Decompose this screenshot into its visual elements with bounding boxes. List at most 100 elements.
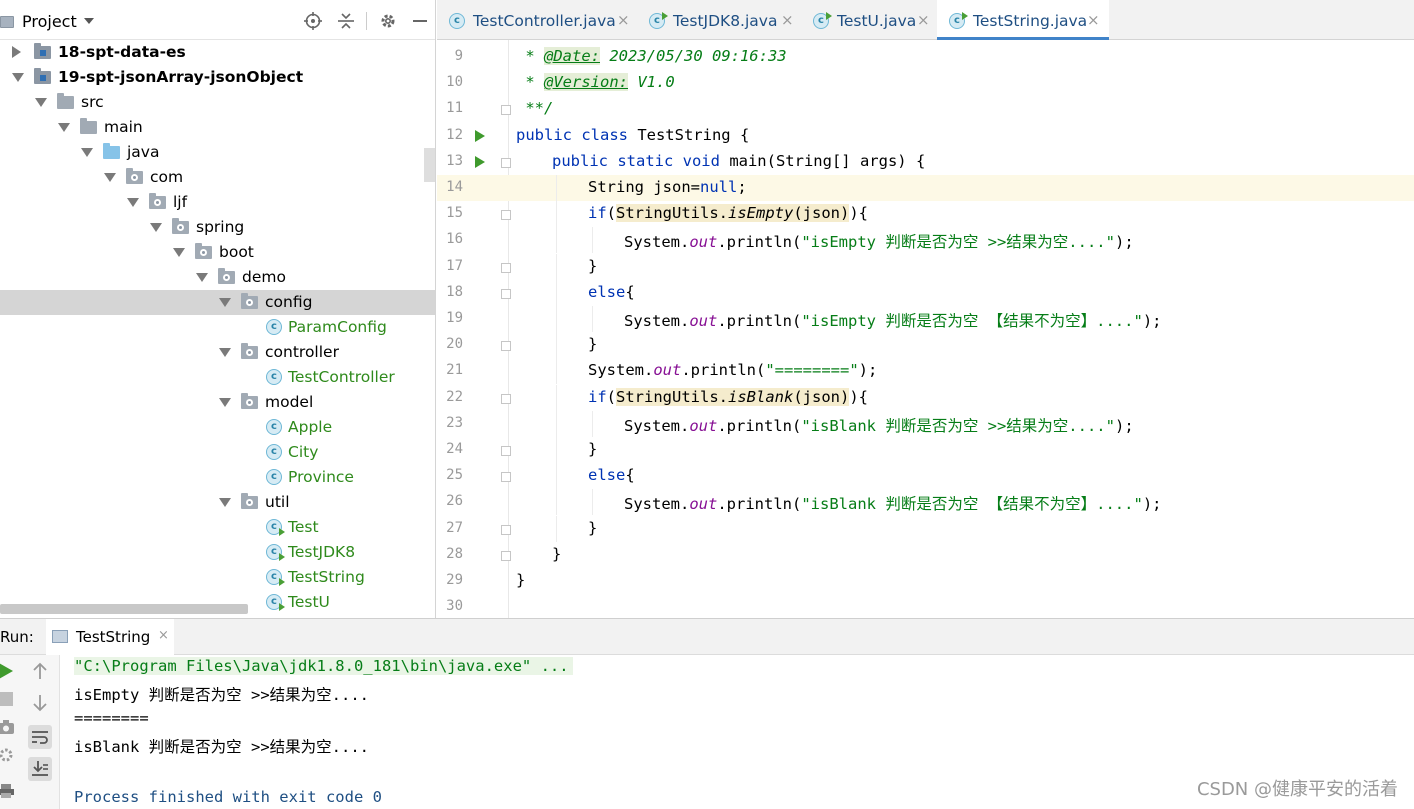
expand-arrow-icon[interactable] xyxy=(219,348,231,357)
print-icon[interactable] xyxy=(0,779,18,803)
collapse-arrow-icon[interactable] xyxy=(12,46,21,58)
minimize-icon[interactable] xyxy=(410,11,430,31)
expand-arrow-icon[interactable] xyxy=(81,148,93,157)
close-icon[interactable]: × xyxy=(917,11,930,29)
close-icon[interactable]: × xyxy=(158,628,169,643)
settings-icon[interactable] xyxy=(0,743,18,767)
indent-guide xyxy=(556,253,557,280)
tab-teststring[interactable]: c TestString.java × xyxy=(937,0,1109,40)
code-line: 20} xyxy=(437,332,1414,359)
fold-marker-icon[interactable] xyxy=(501,210,511,221)
code-token: out xyxy=(689,233,718,252)
tree-item-label: TestU xyxy=(288,593,330,611)
expand-arrow-icon[interactable] xyxy=(150,223,162,232)
source-folder-icon xyxy=(103,143,120,159)
up-arrow-icon[interactable] xyxy=(28,659,52,683)
expand-arrow-icon[interactable] xyxy=(12,73,24,82)
expand-arrow-icon[interactable] xyxy=(219,398,231,407)
code-token: else xyxy=(588,282,626,301)
expand-arrow-icon[interactable] xyxy=(35,98,47,107)
tree-item-apple[interactable]: c Apple xyxy=(0,415,435,440)
fold-marker-icon[interactable] xyxy=(501,393,511,404)
tree-item-model[interactable]: model xyxy=(0,390,435,415)
stop-icon[interactable] xyxy=(0,687,18,711)
code-line: 11 **/ xyxy=(437,96,1414,122)
expand-arrow-icon[interactable] xyxy=(196,273,208,282)
soft-wrap-icon[interactable] xyxy=(28,725,52,749)
expand-arrow-icon[interactable] xyxy=(173,248,185,257)
tree-horizontal-scrollbar[interactable] xyxy=(0,604,248,614)
line-number: 19 xyxy=(446,310,463,326)
code-text: System.out.println("isBlank 判断是否为空 【结果不为… xyxy=(624,492,1161,514)
tree-item-main[interactable]: main xyxy=(0,115,435,140)
tree-item-test[interactable]: c Test xyxy=(0,515,435,540)
tree-item-province[interactable]: c Province xyxy=(0,465,435,490)
indent-guide xyxy=(556,515,557,542)
code-line: 12 public class TestString { xyxy=(437,123,1414,149)
expand-arrow-icon[interactable] xyxy=(104,173,116,182)
tree-item-testjdk8[interactable]: c TestJDK8 xyxy=(0,540,435,565)
tree-item-config[interactable]: config xyxy=(0,290,435,315)
gear-icon[interactable] xyxy=(378,11,398,31)
down-arrow-icon[interactable] xyxy=(28,691,52,715)
code-token: StringUtils. xyxy=(616,387,728,406)
expand-arrow-icon[interactable] xyxy=(219,298,231,307)
tree-item-18-spt-data-es[interactable]: 18-spt-data-es xyxy=(0,40,435,65)
expand-arrow-icon[interactable] xyxy=(58,123,70,132)
class-icon: c xyxy=(449,13,465,29)
fold-marker-icon[interactable] xyxy=(501,288,511,299)
collapse-icon[interactable] xyxy=(336,11,356,31)
chevron-down-icon[interactable] xyxy=(84,18,94,24)
fold-marker-icon[interactable] xyxy=(501,262,511,273)
run-icon[interactable] xyxy=(0,659,18,683)
console-line: ======== xyxy=(74,709,149,727)
fold-marker-icon[interactable] xyxy=(501,446,511,456)
tree-item-city[interactable]: c City xyxy=(0,440,435,465)
tree-item-testcontroller[interactable]: c TestController xyxy=(0,365,435,390)
tree-item-com[interactable]: com xyxy=(0,165,435,190)
tree-item-spring[interactable]: spring xyxy=(0,215,435,240)
close-icon[interactable]: × xyxy=(1087,11,1100,29)
tree-item-paramconfig[interactable]: c ParamConfig xyxy=(0,315,435,340)
console-line: isBlank 判断是否为空 >>结果为空.... xyxy=(74,738,369,756)
tree-item-boot[interactable]: boot xyxy=(0,240,435,265)
fold-marker-icon[interactable] xyxy=(501,524,511,535)
code-editor[interactable]: 9 * @Date: 2023/05/30 09:16:33 10 * @Vers… xyxy=(437,40,1414,618)
run-gutter-icon[interactable] xyxy=(475,129,485,142)
code-token: (json) xyxy=(793,204,850,223)
package-icon xyxy=(241,393,258,409)
run-tab-teststring[interactable]: TestString × xyxy=(46,619,174,655)
tab-testu[interactable]: c TestU.java × xyxy=(801,0,937,40)
tree-item-ljf[interactable]: ljf xyxy=(0,190,435,215)
tree-item-java[interactable]: java xyxy=(0,140,435,165)
run-gutter-icon[interactable] xyxy=(475,155,485,168)
tree-item-teststring[interactable]: c TestString xyxy=(0,565,435,590)
indent-guide xyxy=(592,489,593,516)
code-token: @Version: xyxy=(544,73,628,92)
fold-marker-icon[interactable] xyxy=(501,105,511,116)
close-icon[interactable]: × xyxy=(781,11,794,29)
tree-item-label: Province xyxy=(288,468,354,486)
tab-testjdk8[interactable]: c TestJDK8.java × xyxy=(637,0,801,40)
fold-marker-icon[interactable] xyxy=(501,550,511,561)
tree-item-label: config xyxy=(265,293,313,311)
tree-item-demo[interactable]: demo xyxy=(0,265,435,290)
tree-item-util[interactable]: util xyxy=(0,490,435,515)
fold-marker-icon[interactable] xyxy=(501,341,511,352)
tree-vertical-scrollbar[interactable] xyxy=(424,148,435,182)
scroll-to-end-icon[interactable] xyxy=(28,757,52,781)
expand-arrow-icon[interactable] xyxy=(127,198,139,207)
fold-marker-icon[interactable] xyxy=(501,157,511,168)
tree-item-19-spt-jsonarray-jsonobject[interactable]: 19-spt-jsonArray-jsonObject xyxy=(0,65,435,90)
camera-icon[interactable] xyxy=(0,715,18,739)
locate-icon[interactable] xyxy=(303,11,323,31)
close-icon[interactable]: × xyxy=(617,11,630,29)
tab-testcontroller[interactable]: c TestController.java × xyxy=(437,0,637,40)
tree-item-src[interactable]: src xyxy=(0,90,435,115)
code-token: 2023/05/30 09:16:33 xyxy=(600,47,787,65)
fold-marker-icon[interactable] xyxy=(501,472,511,483)
line-number: 27 xyxy=(446,519,463,536)
tree-item-controller[interactable]: controller xyxy=(0,340,435,365)
expand-arrow-icon[interactable] xyxy=(219,498,231,507)
project-title[interactable]: Project xyxy=(22,12,77,31)
